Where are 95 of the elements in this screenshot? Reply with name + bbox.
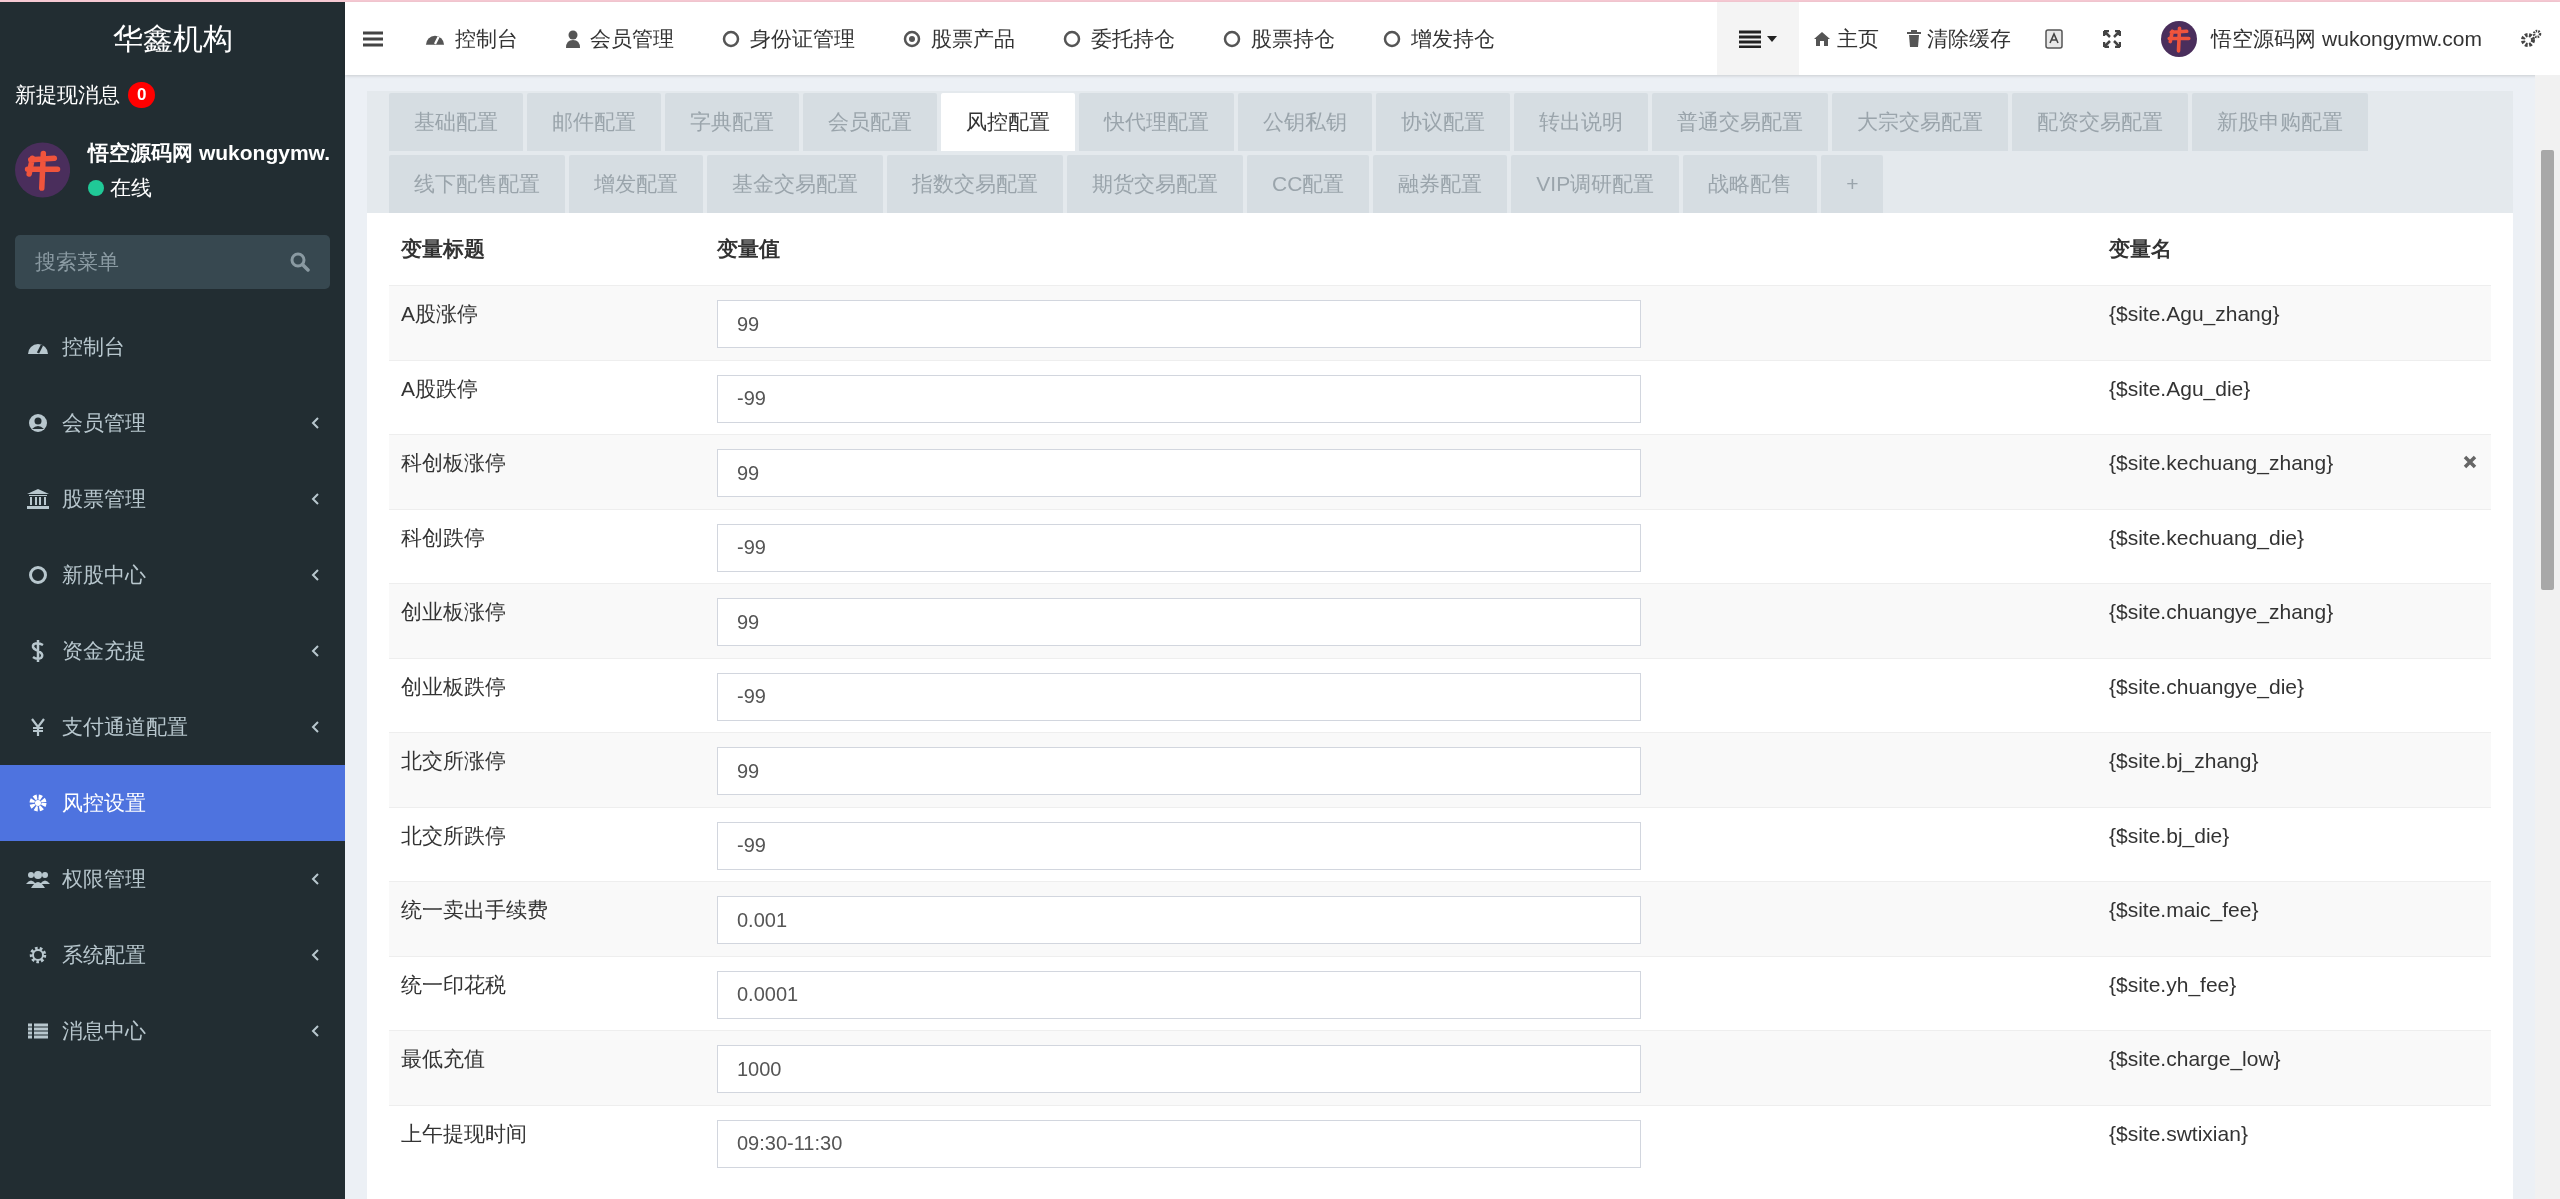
variable-title: 上午提现时间 (401, 1121, 527, 1145)
value-input[interactable]: -99 (717, 821, 1641, 870)
dot-circle-icon (903, 29, 921, 48)
fullscreen-icon[interactable] (2103, 29, 2122, 48)
variable-title: A股涨停 (401, 302, 478, 325)
value-input[interactable]: 99 (717, 300, 1641, 348)
avatar-logo (2161, 20, 2198, 57)
gear-icon (28, 793, 48, 813)
column-header: 变量标题 (401, 237, 485, 261)
brand-title: 华鑫机构 (112, 21, 233, 57)
value-input[interactable]: 99 (717, 747, 1641, 795)
search-input[interactable]: 搜索菜单 (35, 246, 290, 278)
value-input[interactable]: 1000 (717, 1045, 1641, 1093)
column-header: 变量名 (2109, 237, 2172, 261)
caret-icon (1767, 35, 1778, 42)
variable-title: 最低充值 (401, 1047, 485, 1070)
variable-title: 科创板涨停 (401, 451, 506, 474)
user-icon (566, 29, 580, 48)
variable-title: 科创跌停 (401, 525, 485, 549)
scrollbar[interactable] (2535, 75, 2560, 1199)
users-icon (26, 870, 50, 888)
menu-item[interactable]: 资金充提 (0, 613, 345, 689)
value-input[interactable]: -99 (717, 523, 1641, 572)
user-menu[interactable]: 悟空源码网 wukongymw.com (2141, 20, 2502, 57)
value-input[interactable]: 99 (717, 598, 1641, 646)
variable-title: 北交所涨停 (401, 749, 506, 772)
variable-name: {$site.Agu_die} (2109, 375, 2251, 403)
nav-link[interactable]: 控制台 (401, 22, 542, 55)
tab[interactable]: 风控配置 (941, 93, 1075, 151)
list-dropdown-button[interactable] (1717, 2, 1800, 75)
variable-name: {$site.chuangye_die} (2109, 673, 2304, 701)
search-icon (290, 252, 310, 272)
value-input[interactable]: -99 (717, 374, 1641, 423)
nav-link[interactable]: 身份证管理 (698, 22, 879, 55)
variable-name: {$site.bj_zhang} (2109, 748, 2259, 775)
variable-name: {$site.maic_fee} (2109, 897, 2259, 924)
value-input[interactable]: 0.0001 (717, 970, 1641, 1019)
menu-item[interactable]: 权限管理 (0, 841, 345, 917)
value-input[interactable]: -99 (717, 672, 1641, 721)
translate-icon[interactable] (2045, 28, 2064, 49)
variable-name: {$site.swtixian} (2109, 1120, 2248, 1147)
status-text: 在线 (110, 175, 153, 201)
variable-title: 创业板涨停 (401, 600, 506, 623)
nav-link[interactable]: 增发持仓 (1359, 22, 1519, 55)
menu-item[interactable]: 系统配置 (0, 917, 345, 993)
circle-icon (28, 565, 48, 585)
search-field[interactable]: 搜索菜单 (15, 235, 330, 289)
variable-name: {$site.chuangye_zhang} (2109, 599, 2334, 626)
settings-icon[interactable] (2520, 28, 2542, 49)
variable-title: 统一印花税 (401, 972, 506, 996)
user-circle-icon (28, 413, 48, 433)
menu-icon[interactable] (363, 30, 383, 47)
circle-icon (1063, 29, 1081, 48)
count-badge: 0 (128, 82, 156, 108)
circle-icon (1223, 29, 1241, 48)
list-icon (1739, 29, 1762, 48)
yen-icon (31, 718, 45, 736)
dollar-icon (31, 640, 45, 662)
variable-name: {$site.kechuang_die} (2109, 524, 2304, 552)
value-input[interactable]: 99 (717, 449, 1641, 497)
variable-name: {$site.bj_die} (2109, 822, 2230, 850)
variable-title: 北交所跌停 (401, 823, 506, 847)
menu-item[interactable]: 股票管理 (0, 461, 345, 537)
notice-label[interactable]: 新提现消息 (15, 79, 120, 111)
nav-link[interactable]: 主页 (1799, 22, 1894, 55)
menu-item[interactable]: 新股中心 (0, 537, 345, 613)
nav-link[interactable]: 委托持仓 (1039, 22, 1199, 55)
user-name: 悟空源码网 wukongymw. (88, 139, 330, 166)
trash-icon (1907, 30, 1922, 47)
delete-icon[interactable] (2463, 455, 2477, 469)
gear-icon (28, 945, 48, 965)
circle-icon (722, 29, 740, 48)
variable-title: 统一卖出手续费 (401, 898, 548, 921)
menu-item[interactable]: 支付通道配置 (0, 689, 345, 765)
variable-name: {$site.Agu_zhang} (2109, 301, 2280, 328)
nav-link[interactable]: 会员管理 (542, 22, 698, 55)
menu-item[interactable]: 消息中心 (0, 993, 345, 1069)
column-header: 变量值 (717, 237, 780, 261)
value-input[interactable]: 09:30-11:30 (717, 1119, 1641, 1168)
nav-link[interactable]: 股票产品 (879, 22, 1039, 55)
variable-name: {$site.yh_fee} (2109, 971, 2237, 999)
bank-icon (27, 489, 49, 509)
variable-name: {$site.kechuang_zhang} (2109, 450, 2334, 477)
home-icon (1813, 30, 1832, 47)
variable-name: {$site.charge_low} (2109, 1046, 2281, 1073)
menu-item[interactable]: 控制台 (0, 309, 345, 385)
variable-title: A股跌停 (401, 376, 478, 400)
nav-link[interactable]: 清除缓存 (1893, 22, 2026, 55)
nav-link[interactable]: 股票持仓 (1199, 22, 1359, 55)
menu-item[interactable]: 风控设置 (0, 765, 345, 841)
menu-item[interactable]: 会员管理 (0, 385, 345, 461)
list-icon (28, 1023, 48, 1039)
variable-title: 创业板跌停 (401, 674, 506, 698)
value-input[interactable]: 0.001 (717, 896, 1641, 944)
circle-icon (1383, 29, 1401, 48)
